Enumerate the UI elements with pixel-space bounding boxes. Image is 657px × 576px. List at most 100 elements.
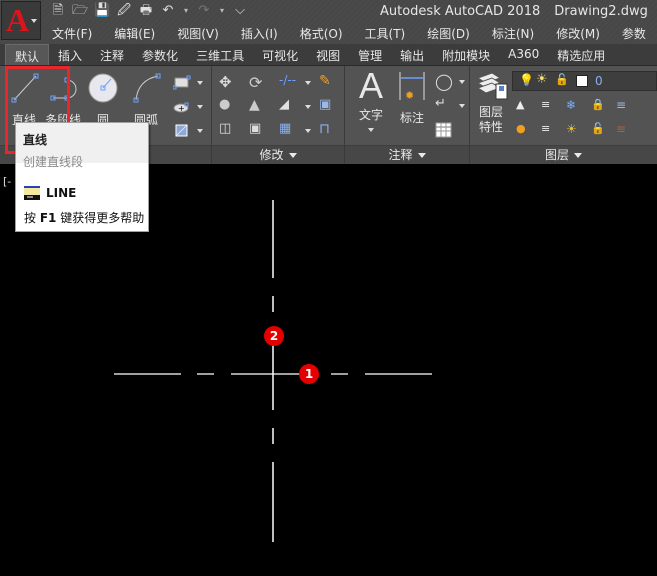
layer-lock-icon[interactable]: 🔒	[591, 98, 609, 116]
tab-a360[interactable]: A360	[499, 44, 548, 65]
viewport-controls[interactable]: [-	[3, 175, 11, 188]
tooltip-title: 直线	[23, 133, 48, 147]
menu-insert[interactable]: 插入(I)	[241, 25, 278, 42]
text-dropdown-icon[interactable]	[368, 128, 374, 132]
redo-dropdown-icon[interactable]: ▾	[218, 3, 226, 19]
text-button[interactable]: A 文字	[351, 65, 391, 132]
ellipse-dropdown-icon[interactable]	[197, 105, 203, 109]
line-tooltip: 直线 创建直线段 LINE 按 F1 键获得更多帮助	[15, 122, 149, 232]
leader-circle-dropdown-icon[interactable]	[459, 80, 465, 84]
save-icon[interactable]: 💾	[94, 3, 110, 19]
text-icon: A	[358, 65, 383, 106]
erase-icon[interactable]: ✎	[319, 73, 337, 91]
rectangle-icon[interactable]	[172, 74, 191, 92]
mirror-icon[interactable]: ▲	[249, 97, 267, 115]
hatch-icon[interactable]	[173, 122, 191, 140]
save-as-icon[interactable]: 🖉	[116, 3, 132, 19]
offset-icon[interactable]: ⊓	[319, 121, 337, 139]
annotation-panel-label: 注释	[388, 148, 413, 162]
menu-draw[interactable]: 绘图(D)	[427, 25, 470, 42]
layer-thaw-icon[interactable]: ☀	[566, 122, 584, 140]
menu-modify[interactable]: 修改(M)	[556, 25, 600, 42]
annotation-panel: A 文字 ✹ 标注 ◯ ↵ 注释	[345, 66, 470, 164]
layer-unlock-icon[interactable]: 🔓	[591, 122, 609, 140]
multileader-dropdown-icon[interactable]	[459, 104, 465, 108]
menu-edit[interactable]: 编辑(E)	[114, 25, 155, 42]
annotation-panel-footer[interactable]: 注释	[345, 145, 469, 164]
layer-match-icon[interactable]: ≡	[541, 98, 559, 116]
fillet-icon[interactable]: ◢	[279, 97, 297, 115]
modify-panel-footer[interactable]: 修改	[212, 145, 344, 164]
stretch-icon[interactable]: ◫	[219, 121, 237, 139]
trim-icon[interactable]: -/--	[279, 73, 297, 91]
sun-icon[interactable]: ☀	[536, 72, 548, 87]
fillet-dropdown-icon[interactable]	[305, 105, 311, 109]
circle-button[interactable]: 圆	[84, 70, 122, 128]
menu-tools[interactable]: 工具(T)	[365, 25, 406, 42]
tab-view[interactable]: 视图	[307, 44, 349, 65]
layer-merge-icon[interactable]: ≡	[616, 122, 634, 140]
layer-unisolate-icon[interactable]: ●	[516, 122, 534, 140]
application-menu-button[interactable]: A	[1, 1, 41, 40]
tab-addins[interactable]: 附加模块	[433, 44, 499, 65]
layer-dropdown[interactable]: 💡 ☀ 🔓 0	[512, 71, 657, 91]
tab-3d-tools[interactable]: 三维工具	[187, 44, 253, 65]
scale-icon[interactable]: ▣	[249, 121, 267, 139]
tooltip-command: LINE	[24, 186, 76, 200]
multileader-icon[interactable]: ↵	[435, 96, 453, 114]
layer-freeze-icon[interactable]: ❄	[566, 98, 584, 116]
trim-dropdown-icon[interactable]	[305, 81, 311, 85]
dimension-icon: ✹	[399, 72, 425, 102]
layer-properties-button[interactable]: 图层 特性	[474, 70, 508, 135]
current-layer-name: 0	[595, 74, 603, 88]
table-icon[interactable]	[435, 121, 453, 139]
window-title: Autodesk AutoCAD 2018 Drawing2.dwg	[380, 4, 648, 19]
tab-parametric[interactable]: 参数化	[133, 44, 187, 65]
layer-previous-icon[interactable]: ≡	[541, 122, 559, 140]
layer-properties-label-2: 特性	[478, 120, 503, 134]
tooltip-help: 按 F1 键获得更多帮助	[24, 209, 144, 226]
explode-icon[interactable]: ▣	[319, 97, 337, 115]
hatch-dropdown-icon[interactable]	[197, 129, 203, 133]
copy-icon[interactable]: ●	[219, 97, 237, 115]
tab-featured-apps[interactable]: 精选应用	[548, 44, 614, 65]
undo-icon[interactable]: ↶	[160, 3, 176, 19]
arc-button[interactable]: 圆弧	[127, 70, 165, 128]
new-file-icon[interactable]: 🗎	[50, 3, 66, 19]
open-folder-icon[interactable]: 🗁	[72, 3, 88, 19]
layer-isolate-icon[interactable]: ▲	[516, 98, 534, 116]
print-icon[interactable]: 🖶	[138, 3, 154, 19]
rotate-icon[interactable]: ⟳	[249, 73, 267, 92]
move-icon[interactable]: ✥	[219, 73, 237, 91]
hatch-ellipse-icon[interactable]: +	[173, 98, 191, 116]
svg-text:✹: ✹	[405, 89, 414, 102]
layer-color-swatch[interactable]	[576, 75, 588, 87]
tab-insert[interactable]: 插入	[49, 44, 91, 65]
tab-manage[interactable]: 管理	[349, 44, 391, 65]
tab-default[interactable]: 默认	[5, 44, 50, 65]
array-icon[interactable]: ▦	[279, 121, 297, 139]
tab-annotate[interactable]: 注释	[91, 44, 133, 65]
rectangle-dropdown-icon[interactable]	[197, 81, 203, 85]
menu-format[interactable]: 格式(O)	[300, 25, 343, 42]
leader-circle-icon[interactable]: ◯	[435, 72, 453, 91]
modify-panel: ✥ ⟳ -/-- ✎ ● ▲ ◢ ▣ ◫ ▣ ▦ ⊓ 修改	[212, 66, 345, 164]
text-label: 文字	[358, 108, 383, 122]
tab-visualize[interactable]: 可视化	[253, 44, 307, 65]
unlock-icon[interactable]: 🔓	[555, 73, 569, 86]
lightbulb-icon[interactable]: 💡	[519, 73, 534, 87]
customize-toolbar-icon[interactable]: ⌵	[232, 3, 248, 19]
dimension-button[interactable]: ✹ 标注	[393, 70, 431, 126]
menu-file[interactable]: 文件(F)	[52, 25, 92, 42]
menu-dimension[interactable]: 标注(N)	[492, 25, 534, 42]
svg-text:+: +	[178, 104, 185, 113]
layer-walk-icon[interactable]: ≡	[616, 98, 634, 116]
tab-output[interactable]: 输出	[391, 44, 433, 65]
menu-view[interactable]: 视图(V)	[177, 25, 219, 42]
redo-icon[interactable]: ↷	[196, 3, 212, 19]
layers-panel-footer[interactable]: 图层	[470, 145, 657, 164]
array-dropdown-icon[interactable]	[305, 129, 311, 133]
app-name: Autodesk AutoCAD 2018	[380, 4, 541, 19]
menu-parametric[interactable]: 参数	[622, 25, 646, 42]
undo-dropdown-icon[interactable]: ▾	[182, 3, 190, 19]
